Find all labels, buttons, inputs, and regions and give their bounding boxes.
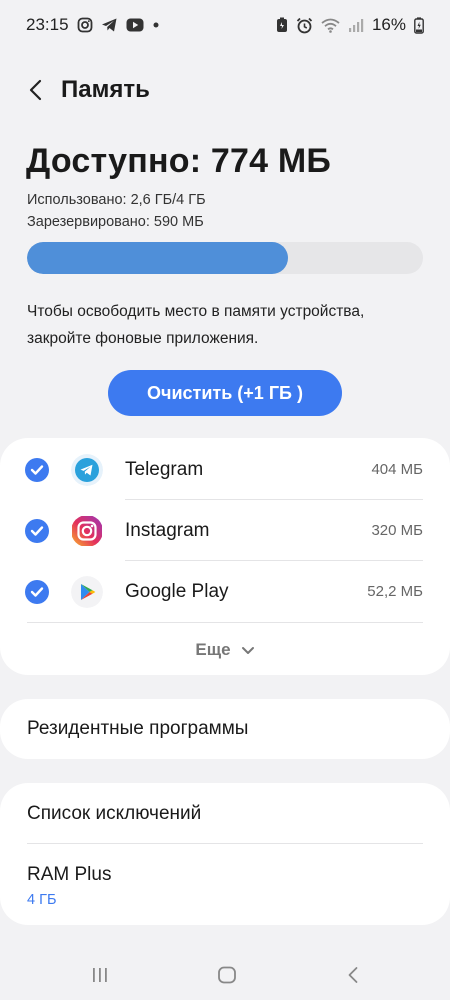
check-icon [30, 587, 44, 597]
telegram-icon [71, 454, 103, 486]
chevron-down-icon [241, 646, 254, 654]
status-bar: 23:15 16% [0, 0, 450, 50]
app-header: Память [0, 68, 450, 112]
checkbox-checked[interactable] [25, 519, 49, 543]
chevron-left-icon [29, 79, 42, 101]
app-name: Google Play [125, 581, 229, 602]
clean-button[interactable]: Очистить (+1 ГБ ) [108, 370, 342, 416]
more-label: Еще [195, 640, 231, 659]
youtube-icon [126, 18, 144, 32]
memory-usage-bar [27, 242, 423, 274]
check-icon [30, 526, 44, 536]
wifi-icon [321, 18, 340, 33]
home-button[interactable] [212, 962, 242, 988]
check-icon [30, 465, 44, 475]
status-time: 23:15 [26, 15, 69, 34]
recent-apps-button[interactable] [85, 962, 115, 988]
dot-icon [152, 21, 160, 29]
ram-plus-item[interactable]: RAM Plus 4 ГБ [0, 844, 450, 925]
resident-programs-label: Резидентные программы [27, 718, 249, 739]
back-nav-button[interactable] [338, 962, 368, 988]
settings-card: Список исключений RAM Plus 4 ГБ [0, 783, 450, 925]
app-row-telegram[interactable]: Telegram 404 МБ [0, 439, 450, 500]
resident-programs-item[interactable]: Резидентные программы [0, 699, 450, 759]
exceptions-list-item[interactable]: Список исключений [0, 783, 450, 843]
alarm-icon [296, 17, 313, 34]
hint-text: Чтобы освободить место в памяти устройст… [27, 303, 365, 347]
app-size: 404 МБ [371, 461, 423, 478]
ram-plus-value: 4 ГБ [27, 892, 57, 908]
instagram-icon [72, 516, 102, 546]
app-size: 320 МБ [371, 522, 423, 539]
exceptions-label: Список исключений [27, 803, 202, 824]
back-button[interactable] [22, 76, 50, 104]
telegram-icon [101, 17, 118, 33]
app-row-instagram[interactable]: Instagram 320 МБ [0, 500, 450, 561]
app-name: Instagram [125, 520, 210, 541]
used-memory: Использовано: 2,6 ГБ/4 ГБ [27, 192, 206, 208]
page-title: Память [61, 76, 150, 103]
app-name: Telegram [125, 459, 204, 480]
checkbox-checked[interactable] [25, 458, 49, 482]
app-size: 52,2 МБ [367, 583, 423, 600]
checkbox-checked[interactable] [25, 580, 49, 604]
battery-charging-icon [414, 16, 424, 34]
back-icon [348, 967, 358, 983]
reserved-memory: Зарезервировано: 590 МБ [27, 214, 204, 230]
google-play-icon [71, 576, 103, 608]
battery-saver-icon [276, 17, 288, 33]
apps-card: Telegram 404 МБ Instagram 320 МБ Google … [0, 438, 450, 675]
divider [27, 622, 423, 623]
navigation-bar [0, 950, 450, 1000]
home-icon [218, 966, 236, 984]
memory-usage-fill [27, 242, 289, 274]
available-memory: Доступно: 774 МБ [26, 142, 332, 180]
recent-apps-icon [93, 968, 107, 982]
instagram-icon [77, 17, 93, 33]
ram-plus-label: RAM Plus [27, 864, 112, 885]
battery-percent: 16% [371, 15, 406, 34]
app-row-google-play[interactable]: Google Play 52,2 МБ [0, 561, 450, 622]
more-button[interactable]: Еще [0, 636, 450, 664]
signal-icon [348, 18, 364, 33]
